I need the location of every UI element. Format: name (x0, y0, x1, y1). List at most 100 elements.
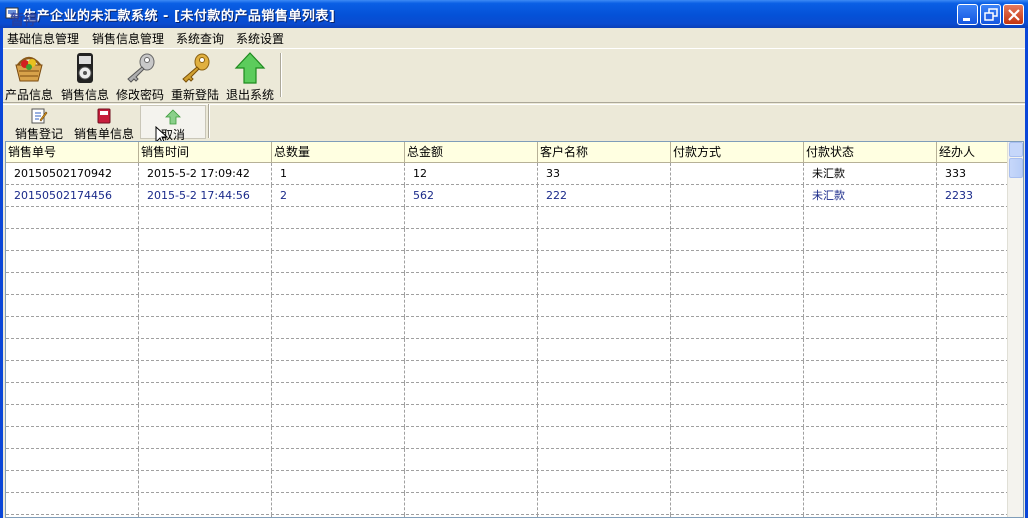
empty-cell[interactable] (671, 361, 804, 383)
empty-cell[interactable] (937, 493, 1009, 515)
empty-cell[interactable] (671, 251, 804, 273)
cell-quantity[interactable]: 1 (272, 163, 405, 185)
empty-cell[interactable] (538, 207, 671, 229)
empty-cell[interactable] (405, 273, 538, 295)
empty-cell[interactable] (6, 493, 139, 515)
empty-cell[interactable] (139, 317, 272, 339)
empty-cell[interactable] (405, 449, 538, 471)
empty-cell[interactable] (671, 317, 804, 339)
empty-cell[interactable] (671, 207, 804, 229)
empty-cell[interactable] (6, 471, 139, 493)
empty-cell[interactable] (6, 405, 139, 427)
cell-amount[interactable]: 562 (405, 185, 538, 207)
empty-cell[interactable] (6, 317, 139, 339)
empty-cell[interactable] (671, 339, 804, 361)
empty-table-row[interactable] (6, 251, 1009, 273)
empty-cell[interactable] (272, 471, 405, 493)
empty-table-row[interactable] (6, 317, 1009, 339)
sales-info-button[interactable]: 销售信息 (59, 51, 111, 103)
empty-cell[interactable] (671, 273, 804, 295)
title-bar[interactable]: 生产企业的未汇款系统 - [未付款的产品销售单列表] 暂停 (0, 0, 1028, 29)
empty-table-row[interactable] (6, 471, 1009, 493)
empty-cell[interactable] (937, 251, 1009, 273)
menu-system-settings[interactable]: 系统设置 (236, 30, 284, 47)
cell-order-no[interactable]: 20150502174456 (6, 185, 139, 207)
exit-system-button[interactable]: 退出系统 (224, 51, 276, 103)
empty-cell[interactable] (272, 449, 405, 471)
menu-basic-info[interactable]: 基础信息管理 (7, 30, 79, 47)
empty-cell[interactable] (538, 361, 671, 383)
empty-cell[interactable] (272, 339, 405, 361)
empty-cell[interactable] (671, 383, 804, 405)
column-header-quantity[interactable]: 总数量 (272, 142, 405, 163)
cell-handler[interactable]: 333 (937, 163, 1009, 185)
empty-cell[interactable] (272, 229, 405, 251)
empty-cell[interactable] (139, 383, 272, 405)
empty-cell[interactable] (272, 317, 405, 339)
empty-cell[interactable] (139, 229, 272, 251)
empty-cell[interactable] (405, 383, 538, 405)
empty-cell[interactable] (937, 295, 1009, 317)
cell-sale-time[interactable]: 2015-5-2 17:09:42 (139, 163, 272, 185)
empty-cell[interactable] (272, 273, 405, 295)
cell-payment-method[interactable] (671, 163, 804, 185)
empty-cell[interactable] (272, 295, 405, 317)
empty-cell[interactable] (804, 339, 937, 361)
empty-cell[interactable] (804, 471, 937, 493)
close-button[interactable] (1003, 4, 1024, 25)
empty-cell[interactable] (671, 493, 804, 515)
empty-cell[interactable] (804, 449, 937, 471)
relogin-button[interactable]: 重新登陆 (169, 51, 221, 103)
empty-cell[interactable] (804, 273, 937, 295)
empty-cell[interactable] (6, 295, 139, 317)
empty-cell[interactable] (804, 251, 937, 273)
cell-payment-method[interactable] (671, 185, 804, 207)
empty-cell[interactable] (804, 427, 937, 449)
cell-payment-status[interactable]: 未汇款 (804, 163, 937, 185)
product-info-button[interactable]: 产品信息 (3, 51, 55, 103)
empty-table-row[interactable] (6, 405, 1009, 427)
empty-cell[interactable] (139, 493, 272, 515)
empty-cell[interactable] (538, 251, 671, 273)
empty-cell[interactable] (538, 405, 671, 427)
empty-cell[interactable] (538, 383, 671, 405)
empty-cell[interactable] (6, 207, 139, 229)
restore-button[interactable] (980, 4, 1001, 25)
empty-cell[interactable] (804, 361, 937, 383)
empty-cell[interactable] (272, 251, 405, 273)
cancel-button[interactable]: 取消 (140, 105, 206, 142)
empty-cell[interactable] (937, 361, 1009, 383)
empty-cell[interactable] (937, 449, 1009, 471)
cell-quantity[interactable]: 2 (272, 185, 405, 207)
empty-table-row[interactable] (6, 493, 1009, 515)
menu-sales-info[interactable]: 销售信息管理 (92, 30, 164, 47)
empty-table-row[interactable] (6, 361, 1009, 383)
empty-cell[interactable] (6, 339, 139, 361)
column-header-payment-status[interactable]: 付款状态 (804, 142, 937, 163)
empty-cell[interactable] (937, 427, 1009, 449)
empty-table-row[interactable] (6, 295, 1009, 317)
empty-cell[interactable] (272, 207, 405, 229)
empty-cell[interactable] (405, 427, 538, 449)
empty-cell[interactable] (937, 339, 1009, 361)
column-header-customer[interactable]: 客户名称 (538, 142, 671, 163)
empty-cell[interactable] (139, 361, 272, 383)
cell-order-no[interactable]: 20150502170942 (6, 163, 139, 185)
empty-cell[interactable] (671, 471, 804, 493)
empty-cell[interactable] (937, 405, 1009, 427)
empty-table-row[interactable] (6, 449, 1009, 471)
empty-cell[interactable] (405, 339, 538, 361)
empty-cell[interactable] (671, 427, 804, 449)
empty-cell[interactable] (937, 229, 1009, 251)
empty-table-row[interactable] (6, 339, 1009, 361)
empty-cell[interactable] (937, 317, 1009, 339)
empty-cell[interactable] (538, 493, 671, 515)
empty-cell[interactable] (937, 471, 1009, 493)
empty-table-row[interactable] (6, 207, 1009, 229)
empty-cell[interactable] (671, 449, 804, 471)
scroll-up-button[interactable] (1009, 142, 1023, 157)
empty-cell[interactable] (139, 207, 272, 229)
column-header-sale-time[interactable]: 销售时间 (139, 142, 272, 163)
sales-register-button[interactable]: 销售登记 (9, 107, 69, 142)
empty-cell[interactable] (804, 493, 937, 515)
